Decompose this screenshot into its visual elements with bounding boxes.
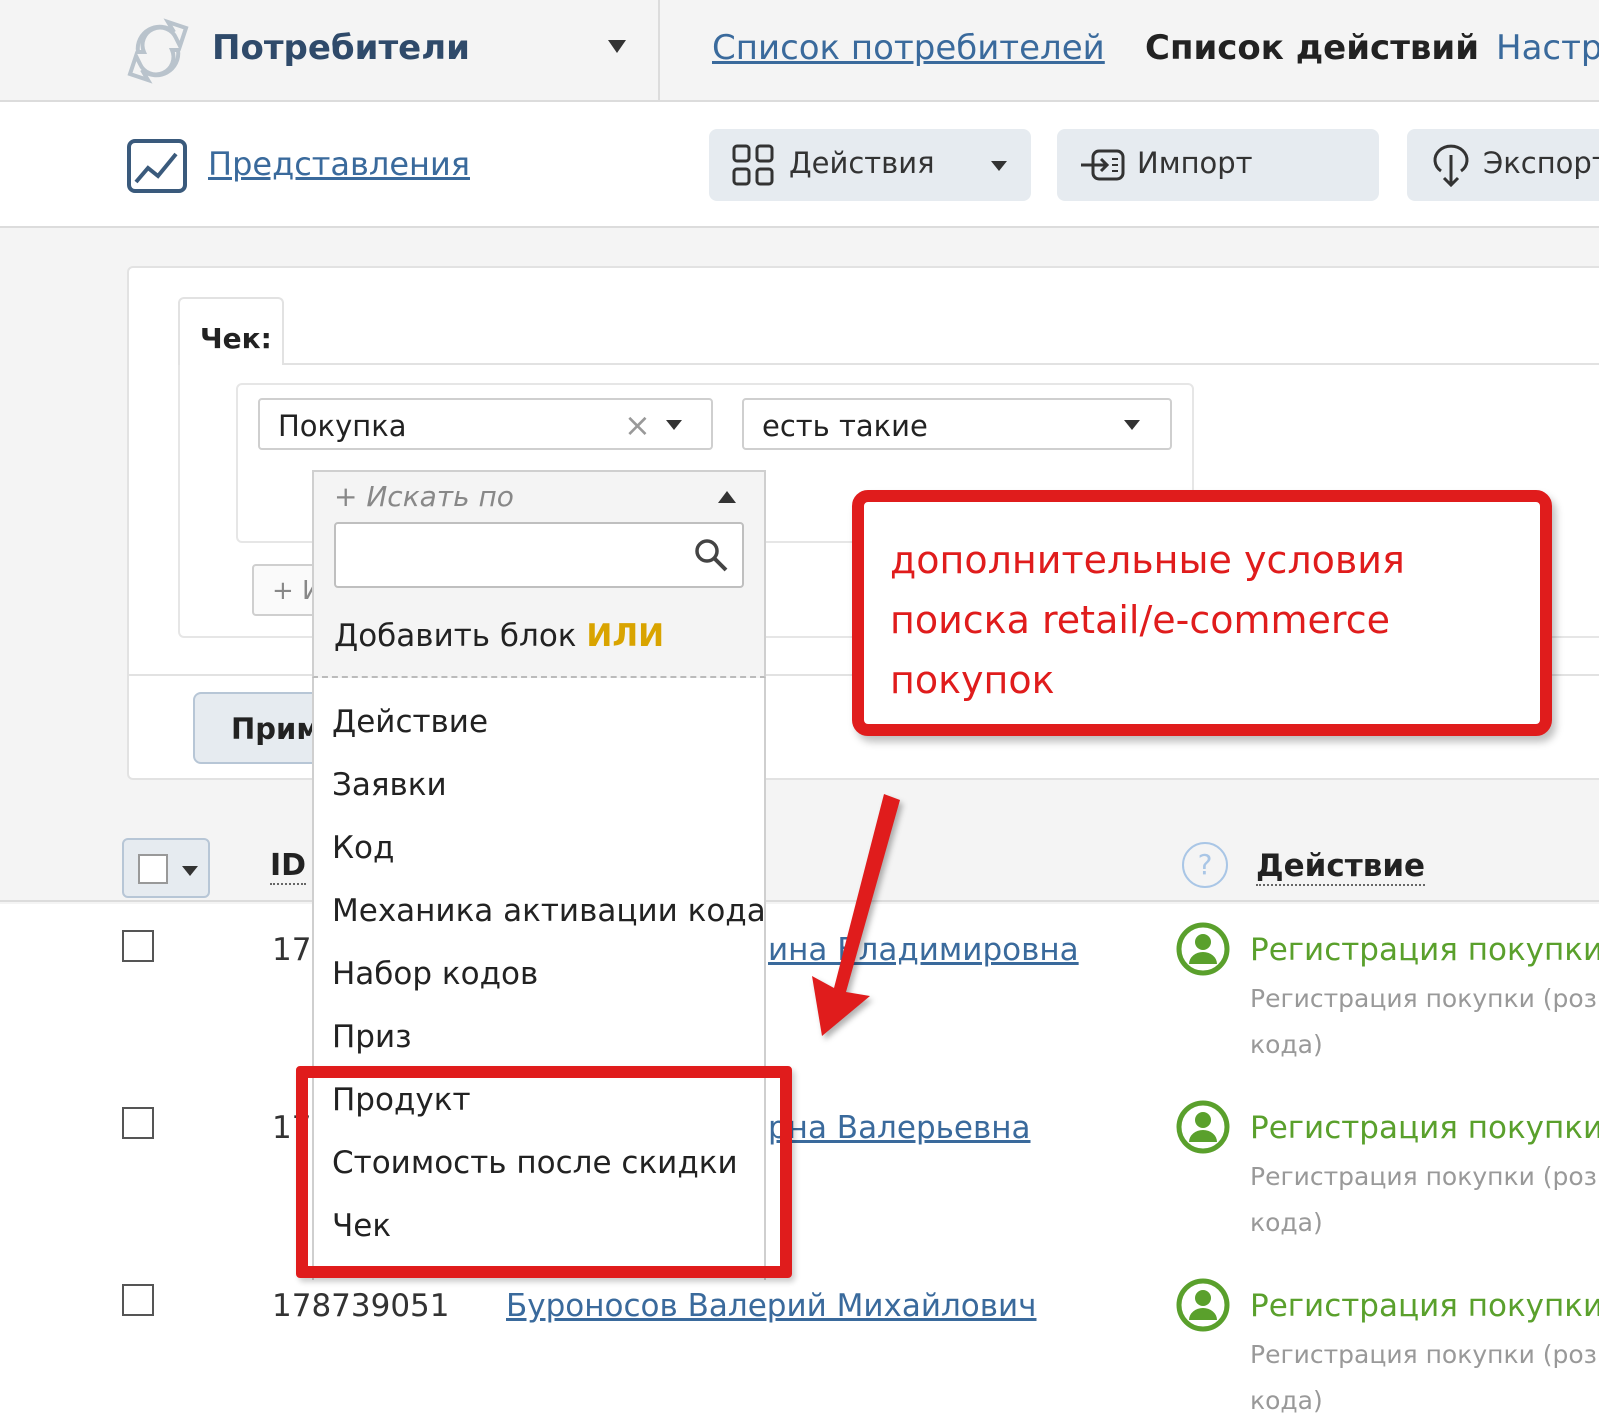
- chart-views-icon: [127, 139, 187, 193]
- column-header-id[interactable]: ID: [270, 848, 307, 885]
- select-all-checkbox-dropdown[interactable]: [122, 838, 210, 898]
- export-button[interactable]: Экспорт: [1407, 129, 1599, 201]
- import-button[interactable]: Импорт: [1057, 129, 1379, 201]
- add-or-block-option[interactable]: Добавить блок ИЛИ: [334, 618, 664, 654]
- nav-link-actions-list[interactable]: Список действий: [1145, 28, 1479, 68]
- row-checkbox[interactable]: [122, 1107, 154, 1139]
- tab-cheque-label: Чек:: [200, 322, 272, 355]
- row-id: 17: [272, 932, 312, 968]
- refresh-logo-icon: [127, 18, 189, 84]
- dropdown-search-input[interactable]: [334, 522, 744, 588]
- add-or-block-text: Добавить блок: [334, 618, 587, 654]
- row-consumer-name-link[interactable]: ина Владимировна: [768, 932, 1079, 968]
- views-link[interactable]: Представления: [208, 145, 470, 183]
- nav-link-settings[interactable]: Настр: [1496, 28, 1599, 68]
- user-icon: [1176, 1278, 1230, 1332]
- row-action-description: Регистрация покупки (розн: [1250, 984, 1599, 1013]
- chevron-down-icon: [1124, 420, 1140, 430]
- dropdown-item-prize[interactable]: Приз: [332, 1019, 412, 1055]
- chevron-down-icon: [991, 161, 1007, 171]
- dropdown-item-code-set[interactable]: Набор кодов: [332, 956, 538, 992]
- annotation-callout: дополнительные условия поиска retail/e-c…: [852, 490, 1552, 736]
- actions-dropdown-button[interactable]: Действия: [709, 129, 1031, 201]
- grid-icon: [732, 144, 774, 186]
- row-action-link[interactable]: Регистрация покупки: [1250, 1288, 1599, 1324]
- clear-icon[interactable]: ×: [624, 406, 651, 444]
- row-action-description: Регистрация покупки (розн: [1250, 1340, 1599, 1369]
- row-checkbox[interactable]: [122, 930, 154, 962]
- dropdown-item-code[interactable]: Код: [332, 830, 394, 866]
- dropdown-item-requests[interactable]: Заявки: [332, 767, 447, 803]
- checkbox[interactable]: [138, 854, 168, 884]
- chevron-up-icon[interactable]: [718, 491, 736, 503]
- row-consumer-name-link[interactable]: рна Валерьевна: [768, 1110, 1031, 1146]
- operator-select-value: есть такие: [762, 409, 928, 443]
- app-switcher-chevron-down-icon[interactable]: [608, 40, 626, 53]
- tab-underline: [282, 363, 1599, 365]
- row-checkbox[interactable]: [122, 1284, 154, 1316]
- chevron-down-icon[interactable]: [666, 420, 682, 430]
- row-action-link[interactable]: Регистрация покупки: [1250, 932, 1599, 968]
- actions-button-label: Действия: [789, 146, 935, 180]
- apply-button-label: Прим: [231, 712, 321, 746]
- condition-select[interactable]: Покупка ×: [258, 398, 713, 450]
- row-action-description: кода): [1250, 1208, 1323, 1237]
- user-icon: [1176, 1100, 1230, 1154]
- export-button-label: Экспорт: [1483, 146, 1599, 180]
- row-action-link[interactable]: Регистрация покупки: [1250, 1110, 1599, 1146]
- dropdown-item-action[interactable]: Действие: [332, 704, 488, 740]
- row-id: 178739051: [272, 1288, 450, 1324]
- row-action-description: кода): [1250, 1386, 1323, 1415]
- search-icon: [695, 539, 728, 572]
- dropdown-search-label[interactable]: + Искать по: [334, 480, 514, 513]
- help-icon[interactable]: ?: [1182, 842, 1228, 888]
- row-action-description: кода): [1250, 1030, 1323, 1059]
- operator-select[interactable]: есть такие: [742, 398, 1172, 450]
- import-button-label: Импорт: [1137, 146, 1253, 180]
- user-icon: [1176, 922, 1230, 976]
- column-header-action[interactable]: Действие: [1256, 848, 1426, 886]
- or-keyword: ИЛИ: [586, 618, 665, 654]
- annotation-highlight-box: [296, 1066, 792, 1278]
- row-action-description: Регистрация покупки (розн: [1250, 1162, 1599, 1191]
- annotation-callout-text: дополнительные условия поиска retail/e-c…: [890, 538, 1405, 702]
- app-title[interactable]: Потребители: [212, 28, 470, 68]
- nav-link-consumers-list[interactable]: Список потребителей: [712, 28, 1105, 68]
- nav-divider: [658, 0, 660, 100]
- row-consumer-name-link[interactable]: Буроносов Валерий Михайлович: [506, 1288, 1037, 1324]
- dropdown-item-code-activation[interactable]: Механика активации кода: [332, 893, 766, 929]
- chevron-down-icon[interactable]: [182, 866, 198, 876]
- import-icon: [1081, 149, 1125, 181]
- condition-select-value: Покупка: [278, 409, 407, 443]
- download-icon: [1433, 144, 1469, 188]
